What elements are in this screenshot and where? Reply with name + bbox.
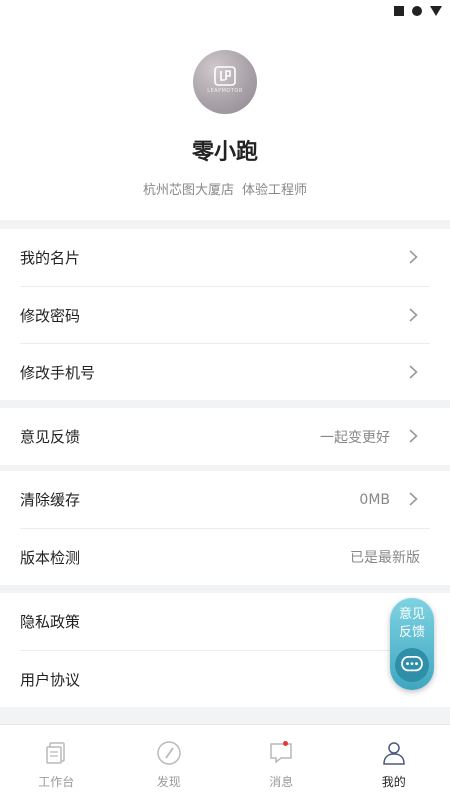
- feedback-label: 意见反馈: [20, 428, 81, 446]
- privacy-policy-row[interactable]: 隐私政策: [20, 593, 430, 650]
- tab-discover[interactable]: 发现: [113, 725, 226, 800]
- change-phone-label: 修改手机号: [20, 363, 96, 382]
- user-name: 零小跑: [191, 140, 258, 165]
- bottom-tab-bar: 工作台 发现 消息 我的: [0, 724, 450, 800]
- change-password-label: 修改密码: [20, 306, 81, 325]
- chevron-right-icon: [409, 308, 418, 322]
- store-name: 杭州芯图大厦店: [142, 183, 234, 198]
- tab-workbench-label: 工作台: [38, 775, 75, 789]
- feedback-value: 一起变更好: [320, 429, 390, 446]
- document-icon: [46, 742, 65, 764]
- privacy-policy-label: 隐私政策: [20, 613, 81, 631]
- status-bar: [0, 0, 450, 24]
- chevron-right-icon: [409, 250, 418, 264]
- user-agreement-row[interactable]: 用户协议: [20, 650, 430, 707]
- profile-header: LEAPMOTOR 零小跑 杭州芯图大厦店 体验工程师: [0, 24, 450, 220]
- leapmotor-logo-icon: [214, 66, 236, 86]
- legal-group: 隐私政策 用户协议: [0, 593, 450, 707]
- clear-cache-row[interactable]: 清除缓存 0MB: [20, 471, 430, 528]
- message-icon: [270, 743, 292, 764]
- chevron-right-icon: [409, 492, 418, 506]
- version-check-label: 版本检测: [20, 548, 81, 567]
- avatar[interactable]: LEAPMOTOR: [193, 50, 257, 114]
- floating-feedback-label: 意见反馈: [398, 607, 425, 640]
- feedback-group: 意见反馈 一起变更好: [0, 408, 450, 465]
- chevron-right-icon: [409, 365, 418, 379]
- triangle-icon: [430, 6, 442, 16]
- version-check-row[interactable]: 版本检测 已是最新版: [20, 528, 430, 585]
- user-agreement-label: 用户协议: [20, 670, 81, 689]
- tab-messages-label: 消息: [269, 775, 294, 789]
- feedback-row[interactable]: 意见反馈 一起变更好: [20, 408, 430, 465]
- clear-cache-label: 清除缓存: [20, 491, 81, 509]
- chat-bubble-icon: [395, 648, 429, 682]
- tab-mine[interactable]: 我的: [338, 725, 450, 800]
- change-phone-row[interactable]: 修改手机号: [20, 343, 430, 400]
- compass-icon: [157, 741, 181, 765]
- cache-size-value: 0MB: [359, 491, 390, 508]
- user-subtitle: 杭州芯图大厦店 体验工程师: [0, 179, 450, 198]
- square-icon: [394, 6, 404, 16]
- tab-messages[interactable]: 消息: [225, 725, 338, 800]
- my-card-row[interactable]: 我的名片: [20, 229, 430, 286]
- tab-workbench[interactable]: 工作台: [0, 725, 113, 800]
- version-value: 已是最新版: [350, 550, 420, 566]
- tab-discover-label: 发现: [156, 775, 181, 789]
- chevron-right-icon: [409, 429, 418, 443]
- cache-group: 清除缓存 0MB 版本检测 已是最新版: [0, 471, 450, 585]
- avatar-logo-text: LEAPMOTOR: [207, 88, 243, 94]
- unread-dot-badge: [283, 741, 288, 746]
- account-group: 我的名片 修改密码 修改手机号: [0, 229, 450, 400]
- user-role: 体验工程师: [242, 183, 308, 198]
- tab-mine-label: 我的: [381, 775, 406, 789]
- my-card-label: 我的名片: [20, 249, 81, 267]
- user-icon: [382, 742, 405, 765]
- floating-feedback-button[interactable]: 意见反馈: [390, 598, 434, 690]
- circle-icon: [412, 6, 422, 16]
- change-password-row[interactable]: 修改密码: [20, 286, 430, 343]
